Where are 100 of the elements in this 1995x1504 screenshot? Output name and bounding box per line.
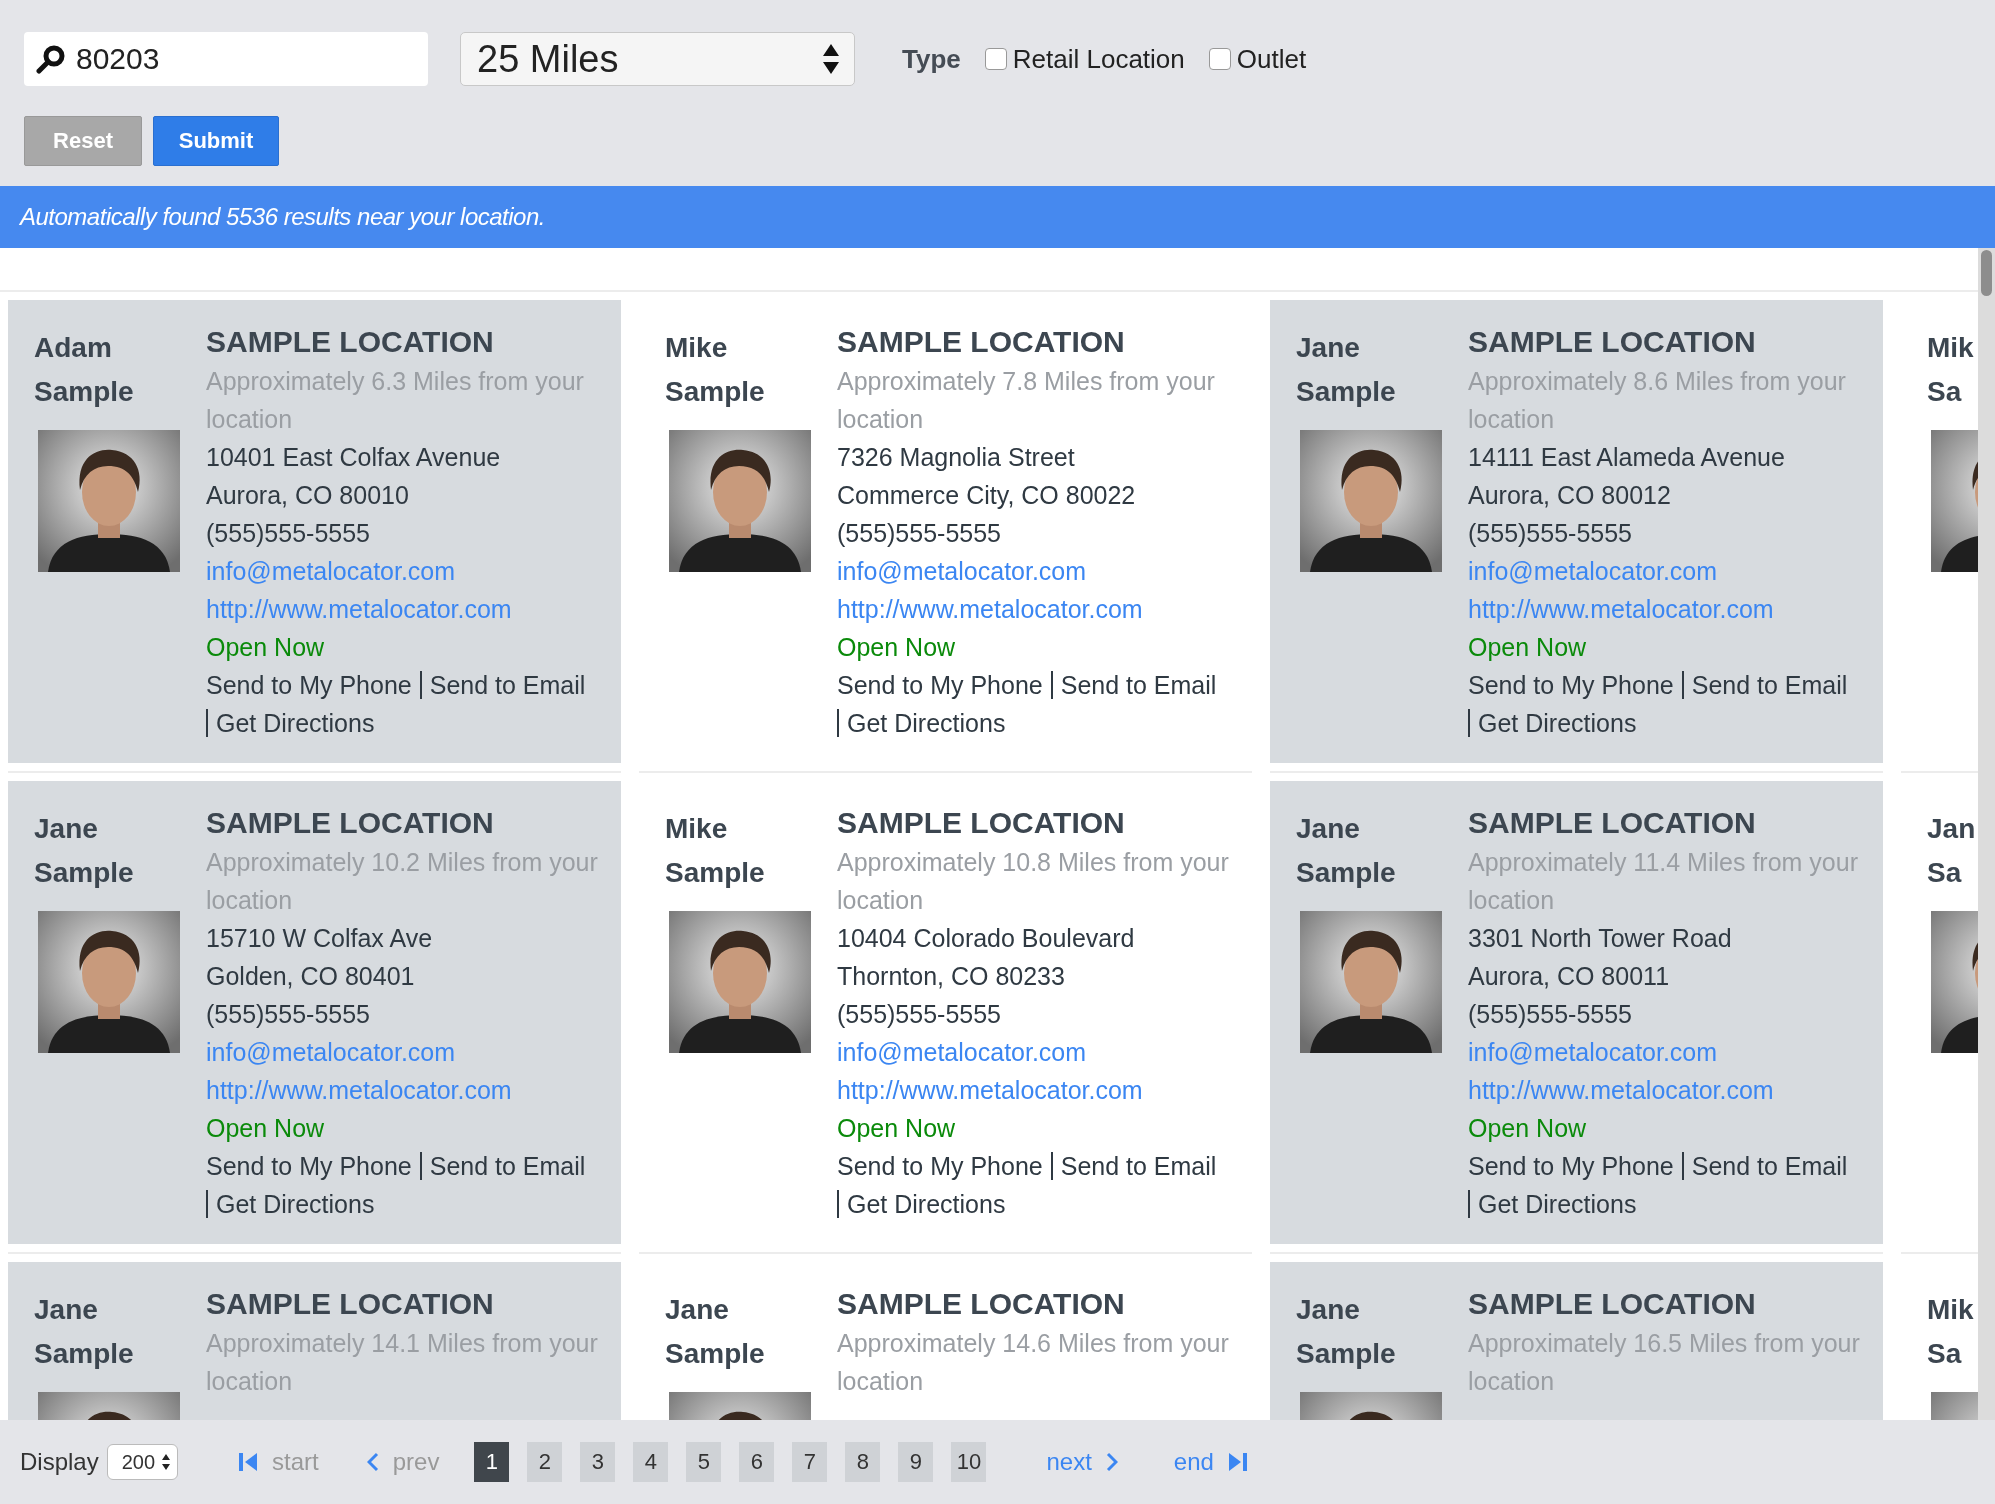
action-link[interactable]: Send to My Phone — [1468, 671, 1682, 699]
distance-text: Approximately 8.6 Miles from your location — [1468, 366, 1847, 435]
action-link[interactable]: Send to Email — [1681, 1152, 1856, 1180]
phone-number: (555)555-5555 — [206, 518, 371, 549]
action-link[interactable]: Get Directions — [1468, 1190, 1645, 1218]
distance-text: Approximately 11.4 Miles from your location — [1468, 847, 1859, 916]
person-name: Jane Sample — [665, 1293, 765, 1371]
location-title: SAMPLE LOCATION — [837, 324, 1126, 360]
scrollbar[interactable] — [1978, 248, 1995, 1420]
distance-text: Approximately 7.8 Miles from your location — [837, 366, 1216, 435]
page-number[interactable]: 2 — [527, 1442, 563, 1482]
person-name: Mike Sample — [665, 331, 765, 409]
address-line: 15710 W Colfax Ave — [206, 923, 434, 954]
distance-text: Approximately 14.1 Miles from your location — [206, 1328, 599, 1397]
address-line: Aurora, CO 80012 — [1468, 480, 1672, 511]
page-number[interactable]: 5 — [686, 1442, 722, 1482]
address-line: 7326 Magnolia Street — [837, 442, 1076, 473]
person-name: Jane Sample — [34, 1293, 134, 1371]
address-line: Commerce City, CO 80022 — [837, 480, 1137, 511]
page-number[interactable]: 9 — [898, 1442, 934, 1482]
address-line: Aurora, CO 80010 — [206, 480, 410, 511]
person-name: Jane Sample — [1296, 331, 1396, 409]
phone-number: (555)555-5555 — [837, 999, 1002, 1030]
address-line: Golden, CO 80401 — [206, 961, 416, 992]
results-banner: Automatically found 5536 results near your location. — [0, 186, 1995, 248]
page-number[interactable]: 10 — [951, 1442, 987, 1482]
action-link[interactable]: Get Directions — [206, 1190, 383, 1218]
search-icon — [36, 44, 66, 74]
page-number[interactable]: 6 — [739, 1442, 775, 1482]
select-arrows-icon — [822, 42, 840, 76]
person-name: Mik Sa — [1927, 331, 1974, 409]
distance-text: Approximately 10.2 Miles from your location — [206, 847, 599, 916]
open-status: Open Now — [206, 632, 326, 663]
location-title: SAMPLE LOCATION — [1468, 805, 1757, 841]
person-name: Jane Sample — [1296, 1293, 1396, 1371]
action-link[interactable]: Get Directions — [1468, 709, 1645, 737]
location-title: SAMPLE LOCATION — [206, 1286, 495, 1322]
skip-end-icon — [1227, 1451, 1248, 1473]
page-number[interactable]: 3 — [580, 1442, 616, 1482]
address-line: Thornton, CO 80233 — [837, 961, 1066, 992]
person-name: Adam Sample — [34, 331, 134, 409]
action-link[interactable]: Send to My Phone — [206, 1152, 420, 1180]
person-name: Jane Sample — [1296, 812, 1396, 890]
location-title: SAMPLE LOCATION — [837, 805, 1126, 841]
type-label: Type — [902, 43, 961, 75]
action-link[interactable]: Get Directions — [206, 709, 383, 737]
checkbox-label[interactable]: Retail Location — [1012, 43, 1185, 75]
skip-start-icon — [238, 1451, 259, 1473]
location-title: SAMPLE LOCATION — [1468, 1286, 1757, 1322]
person-name: Mike Sample — [665, 812, 765, 890]
address-line: Aurora, CO 80011 — [1468, 961, 1671, 992]
open-status: Open Now — [837, 632, 957, 663]
address-line: 10404 Colorado Boulevard — [837, 923, 1136, 954]
checkbox[interactable] — [1208, 48, 1231, 70]
checkbox-label[interactable]: Outlet — [1236, 43, 1307, 75]
search-field[interactable]: 80203 — [24, 32, 428, 86]
open-status: Open Now — [1468, 632, 1588, 663]
action-link[interactable]: Send to My Phone — [837, 1152, 1051, 1180]
action-link[interactable]: Send to Email — [1681, 671, 1856, 699]
action-link[interactable]: Get Directions — [837, 709, 1014, 737]
action-link[interactable]: Send to Email — [1050, 671, 1225, 699]
email-link[interactable]: info@metalocator.com — [837, 552, 1232, 590]
page-number[interactable]: 4 — [633, 1442, 669, 1482]
open-status: Open Now — [206, 1113, 326, 1144]
phone-number: (555)555-5555 — [837, 518, 1002, 549]
action-link[interactable]: Send to My Phone — [837, 671, 1051, 699]
submit-button[interactable]: Submit — [153, 116, 279, 166]
chevron-right-icon — [1105, 1452, 1118, 1472]
chevron-left-icon — [366, 1452, 379, 1472]
person-name: Jan Sa — [1927, 812, 1976, 890]
action-link[interactable]: Send to Email — [419, 1152, 594, 1180]
location-title: SAMPLE LOCATION — [1468, 324, 1757, 360]
address-line: 3301 North Tower Road — [1468, 923, 1733, 954]
action-link[interactable]: Send to Email — [1050, 1152, 1225, 1180]
select-arrows-icon — [161, 1453, 172, 1471]
person-name: Jane Sample — [34, 812, 134, 890]
distance-text: Approximately 16.5 Miles from your location — [1468, 1328, 1861, 1397]
address-line: 10401 East Colfax Avenue — [206, 442, 502, 473]
address-line: 14111 East Alameda Avenue — [1468, 442, 1786, 473]
radius-select[interactable]: 25 Miles — [460, 32, 855, 86]
action-link[interactable]: Get Directions — [837, 1190, 1014, 1218]
action-link[interactable]: Send to My Phone — [206, 671, 420, 699]
action-link[interactable]: Send to Email — [419, 671, 594, 699]
email-link[interactable]: info@metalocator.com — [837, 1033, 1232, 1071]
page-number[interactable]: 1 — [474, 1442, 510, 1482]
distance-text: Approximately 10.8 Miles from your location — [837, 847, 1230, 916]
website-link[interactable]: http://www.metalocator.com — [837, 590, 1232, 628]
person-name: Mik Sa — [1927, 1293, 1974, 1371]
page-number[interactable]: 7 — [792, 1442, 828, 1482]
website-link[interactable]: http://www.metalocator.com — [837, 1071, 1232, 1109]
location-title: SAMPLE LOCATION — [837, 1286, 1126, 1322]
page-size-select[interactable]: 200 — [106, 1444, 179, 1480]
phone-number: (555)555-5555 — [1468, 518, 1633, 549]
action-link[interactable]: Send to My Phone — [1468, 1152, 1682, 1180]
phone-number: (555)555-5555 — [1468, 999, 1633, 1030]
location-title: SAMPLE LOCATION — [206, 324, 495, 360]
open-status: Open Now — [837, 1113, 957, 1144]
checkbox[interactable] — [984, 48, 1007, 70]
page-number[interactable]: 8 — [845, 1442, 881, 1482]
open-status: Open Now — [1468, 1113, 1588, 1144]
